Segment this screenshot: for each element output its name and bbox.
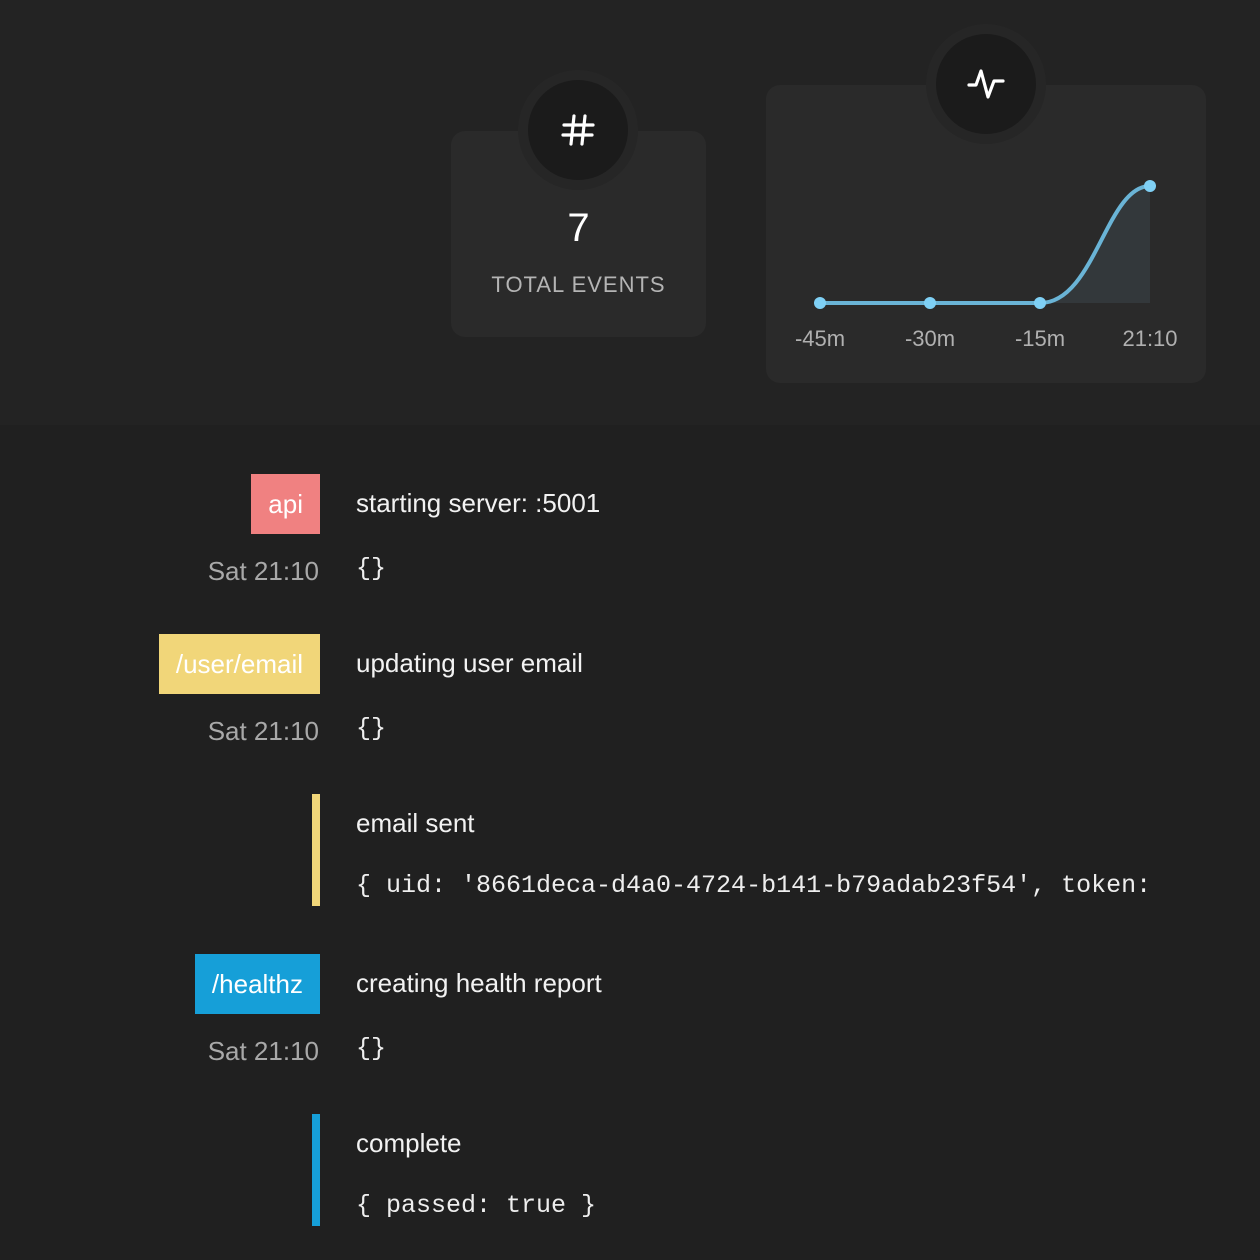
events-icon-ring [518, 70, 638, 190]
chart-icon-ring [926, 24, 1046, 144]
x-tick-label: 21:10 [1122, 326, 1177, 351]
x-tick-label: -15m [1015, 326, 1065, 351]
log-data: {} [356, 1034, 387, 1063]
log-timestamp: Sat 21:10 [207, 716, 319, 746]
entry-color-bar [312, 1114, 320, 1226]
entry-color-bar [312, 794, 320, 906]
log-message: complete [356, 1128, 462, 1158]
x-tick-label: -30m [905, 326, 955, 351]
x-tick-label: -45m [795, 326, 845, 351]
hash-icon [528, 80, 628, 180]
log-message: updating user email [356, 648, 583, 678]
summary-panel: 7 TOTAL EVENTS -45m -30m -15m 21:10 [0, 0, 1260, 425]
chart-point[interactable] [1144, 180, 1156, 192]
chart-point[interactable] [924, 297, 936, 309]
total-events-count: 7 [567, 206, 590, 250]
log-data: { passed: true } [356, 1191, 597, 1220]
log-message: starting server: :5001 [356, 488, 601, 518]
log-timestamp: Sat 21:10 [207, 556, 319, 586]
log-message: email sent [356, 808, 475, 838]
tag-healthz[interactable]: /healthz [194, 954, 320, 1014]
log-data: {} [356, 554, 387, 583]
log-data: { uid: '8661deca-d4a0-4724-b141-b79adab2… [356, 871, 1152, 900]
chart-point[interactable] [1034, 297, 1046, 309]
tag-api[interactable]: api [251, 474, 320, 534]
total-events-label: TOTAL EVENTS [491, 272, 666, 297]
activity-pulse-icon [936, 34, 1036, 134]
log-data: {} [356, 714, 387, 743]
tag-user-email[interactable]: /user/email [158, 634, 320, 694]
chart-point[interactable] [814, 297, 826, 309]
log-message: creating health report [356, 968, 602, 998]
log-timestamp: Sat 21:10 [207, 1036, 319, 1066]
